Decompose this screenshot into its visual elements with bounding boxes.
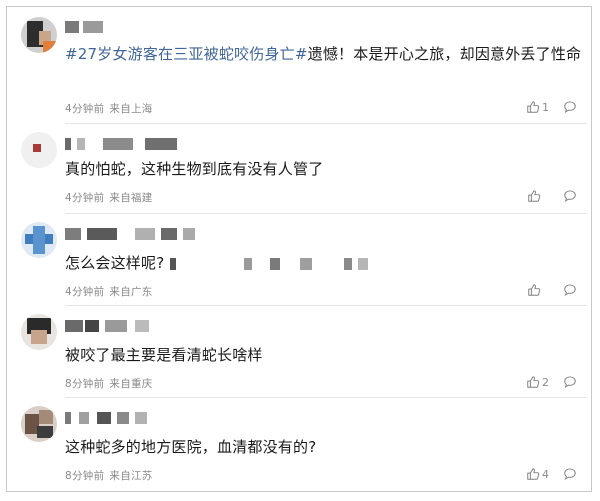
comment-bubble-icon — [564, 190, 576, 202]
comment-actions — [527, 188, 577, 204]
comment-bubble-icon — [564, 284, 576, 296]
reply-button[interactable] — [563, 189, 577, 203]
reply-button[interactable] — [563, 467, 577, 481]
comment-meta: 8分钟前 来自重庆 — [65, 376, 153, 391]
like-count: 1 — [542, 100, 549, 114]
like-button[interactable] — [527, 282, 549, 298]
timestamp: 8分钟前 — [65, 378, 105, 390]
comment-item: 怎么会这样呢? 4分钟前 来自广东 — [7, 214, 591, 304]
like-button[interactable]: 2 — [526, 374, 549, 390]
thumbs-up-icon — [527, 376, 540, 388]
comment-bubble-icon — [564, 101, 576, 113]
hashtag-link[interactable]: #27岁女游客在三亚被蛇咬伤身亡# — [65, 45, 308, 63]
timestamp: 4分钟前 — [65, 192, 105, 204]
avatar[interactable] — [21, 17, 57, 53]
comment-bubble-icon — [564, 468, 576, 480]
comment-actions: 4 — [526, 466, 577, 482]
comment-text: 真的怕蛇，这种生物到底有没有人管了 — [65, 160, 324, 178]
avatar[interactable] — [21, 314, 57, 350]
timestamp: 8分钟前 — [65, 470, 105, 482]
like-button[interactable] — [527, 188, 549, 204]
location: 来自上海 — [109, 103, 153, 115]
redacted-mention — [170, 257, 400, 271]
thumbs-up-icon — [527, 101, 540, 113]
like-button[interactable]: 4 — [526, 466, 549, 482]
location: 来自江苏 — [109, 470, 153, 482]
comment-bubble-icon — [564, 376, 576, 388]
like-button[interactable]: 1 — [526, 99, 549, 115]
comment-item: 被咬了最主要是看清蛇长啥样 8分钟前 来自重庆 2 — [7, 306, 591, 396]
avatar[interactable] — [21, 406, 57, 442]
comment-meta: 8分钟前 来自江苏 — [65, 468, 153, 483]
location: 来自重庆 — [109, 378, 153, 390]
thumbs-up-icon — [527, 468, 540, 480]
comment-actions: 1 — [526, 99, 577, 115]
comment-text: 被咬了最主要是看清蛇长啥样 — [65, 346, 263, 364]
location: 来自福建 — [109, 192, 153, 204]
comment-list: #27岁女游客在三亚被蛇咬伤身亡#遗憾！本是开心之旅，却因意外丢了性命 4分钟前… — [6, 6, 592, 492]
comment-meta: 4分钟前 来自上海 — [65, 101, 153, 116]
comment-item: 这种蛇多的地方医院，血清都没有的? 8分钟前 来自江苏 4 — [7, 398, 591, 490]
comment-actions: 2 — [526, 374, 577, 390]
comment-item: 真的怕蛇，这种生物到底有没有人管了 4分钟前 来自福建 — [7, 124, 591, 212]
like-count: 4 — [542, 467, 549, 481]
reply-button[interactable] — [563, 283, 577, 297]
thumbs-up-icon — [528, 190, 541, 202]
comment-text: 怎么会这样呢? — [65, 252, 585, 274]
avatar[interactable] — [21, 222, 57, 258]
like-count: 2 — [542, 375, 549, 389]
comment-actions — [527, 282, 577, 298]
comment-item: #27岁女游客在三亚被蛇咬伤身亡#遗憾！本是开心之旅，却因意外丢了性命 4分钟前… — [7, 7, 591, 123]
reply-button[interactable] — [563, 100, 577, 114]
timestamp: 4分钟前 — [65, 103, 105, 115]
comment-meta: 4分钟前 来自广东 — [65, 284, 153, 299]
reply-button[interactable] — [563, 375, 577, 389]
timestamp: 4分钟前 — [65, 286, 105, 298]
location: 来自广东 — [109, 286, 153, 298]
comment-text: #27岁女游客在三亚被蛇咬伤身亡#遗憾！本是开心之旅，却因意外丢了性命 — [65, 45, 582, 63]
thumbs-up-icon — [528, 284, 541, 296]
comment-text: 这种蛇多的地方医院，血清都没有的? — [65, 438, 317, 456]
avatar[interactable] — [21, 132, 57, 168]
comment-meta: 4分钟前 来自福建 — [65, 190, 153, 205]
